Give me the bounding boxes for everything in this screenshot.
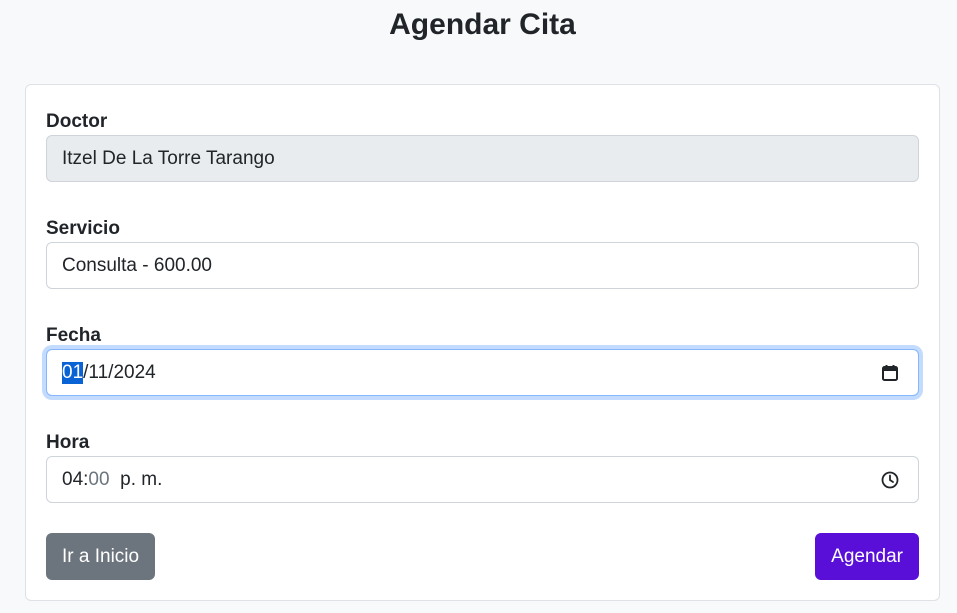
servicio-select[interactable]: Consulta - 600.00 [46,242,919,289]
hora-hour-segment[interactable]: 04 [62,469,83,491]
hora-minute-segment[interactable]: 00 [88,469,109,491]
doctor-label: Doctor [46,111,108,132]
page-title: Agendar Cita [389,8,576,41]
calendar-icon[interactable] [880,363,900,383]
servicio-value: Consulta - 600.00 [62,254,212,276]
doctor-field[interactable]: Itzel De La Torre Tarango [46,135,919,182]
hora-ampm-segment[interactable]: p. m. [120,469,162,491]
fecha-label: Fecha [46,325,101,346]
servicio-label: Servicio [46,218,120,239]
doctor-value: Itzel De La Torre Tarango [62,147,275,169]
fecha-day-segment[interactable]: 01 [62,361,84,384]
schedule-button[interactable]: Agendar [815,533,919,580]
fecha-date-input[interactable]: 01/11/2024 [46,349,919,396]
fecha-year-segment[interactable]: 2024 [113,362,155,384]
home-button[interactable]: Ir a Inicio [46,533,156,580]
appointment-form-card: Doctor Itzel De La Torre Tarango Servici… [25,84,940,601]
hora-time-input[interactable]: 04:00 p. m. [46,456,919,503]
fecha-month-segment[interactable]: 11 [88,362,108,384]
hora-label: Hora [46,432,90,453]
clock-icon[interactable] [880,470,900,490]
